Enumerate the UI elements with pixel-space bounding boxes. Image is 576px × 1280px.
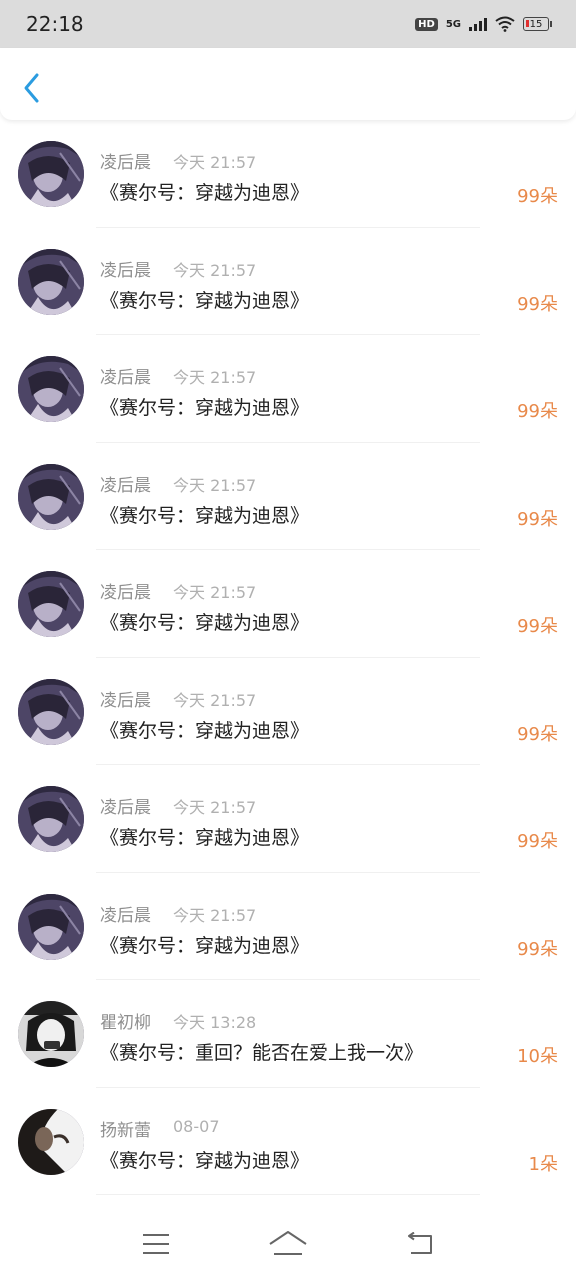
list-item[interactable]: 凌后晨 今天 21:57 《赛尔号：穿越为迪恩》 99朵: [0, 873, 576, 980]
sender-name: 凌后晨: [100, 260, 151, 281]
list-item[interactable]: 凌后晨 今天 21:57 《赛尔号：穿越为迪恩》 99朵: [0, 120, 576, 228]
back-button[interactable]: [18, 70, 46, 106]
home-icon: [269, 1231, 307, 1255]
divider: [96, 1194, 480, 1195]
book-title: 《赛尔号：穿越为迪恩》: [100, 182, 310, 204]
menu-button[interactable]: [136, 1224, 176, 1264]
gift-time: 今天 21:57: [173, 260, 257, 280]
flower-amount: 99朵: [517, 616, 558, 637]
sender-name: 凌后晨: [100, 690, 151, 711]
flower-amount: 99朵: [517, 401, 558, 422]
back-nav-button[interactable]: [400, 1224, 440, 1264]
list-item[interactable]: 瞿初柳 今天 13:28 《赛尔号：重回？能否在爱上我一次》 10朵: [0, 980, 576, 1088]
book-title: 《赛尔号：穿越为迪恩》: [100, 934, 310, 957]
avatar[interactable]: [18, 356, 84, 422]
gift-time: 今天 21:57: [173, 905, 257, 925]
flower-amount: 99朵: [517, 831, 558, 852]
book-title: 《赛尔号：穿越为迪恩》: [100, 289, 310, 312]
gift-time: 今天 21:57: [173, 475, 257, 495]
chevron-left-icon: [24, 73, 39, 103]
list-item[interactable]: 凌后晨 今天 21:57 《赛尔号：穿越为迪恩》 99朵: [0, 765, 576, 873]
avatar[interactable]: [18, 786, 84, 852]
status-bar: 22:18 HD 5G 15: [0, 0, 576, 48]
book-title: 《赛尔号：穿越为迪恩》: [100, 397, 310, 419]
gift-time: 今天 13:28: [173, 1013, 257, 1032]
signal-icon: [469, 17, 487, 31]
wifi-icon: [495, 16, 515, 32]
flower-amount: 99朵: [517, 938, 558, 960]
flower-amount: 99朵: [517, 508, 558, 530]
avatar[interactable]: [18, 678, 84, 745]
flower-amount: 10朵: [517, 1046, 558, 1067]
list-item[interactable]: 凌后晨 今天 21:57 《赛尔号：穿越为迪恩》 99朵: [0, 658, 576, 765]
network-type-label: 5G: [445, 18, 461, 30]
gift-time: 今天 21:57: [173, 368, 257, 387]
book-title: 《赛尔号：穿越为迪恩》: [100, 719, 310, 742]
avatar[interactable]: [18, 571, 84, 637]
gift-time: 今天 21:57: [173, 690, 257, 710]
list-item[interactable]: 凌后晨 今天 21:57 《赛尔号：穿越为迪恩》 99朵: [0, 550, 576, 658]
system-nav-bar: [0, 1208, 576, 1280]
battery-icon: 15: [523, 17, 552, 31]
battery-level: 15: [523, 17, 549, 31]
list-item[interactable]: 扬新蕾 08-07 《赛尔号：穿越为迪恩》 1朵: [0, 1088, 576, 1195]
gift-time: 今天 21:57: [173, 798, 257, 817]
gift-time: 今天 21:57: [173, 583, 257, 602]
avatar[interactable]: [18, 248, 84, 315]
hd-icon: HD: [415, 17, 438, 31]
list-item[interactable]: 凌后晨 今天 21:57 《赛尔号：穿越为迪恩》 99朵: [0, 228, 576, 335]
home-button[interactable]: [268, 1224, 308, 1264]
status-time: 22:18: [26, 12, 84, 36]
sender-name: 凌后晨: [100, 905, 151, 926]
book-title: 《赛尔号：穿越为迪恩》: [100, 612, 310, 634]
flower-amount: 1朵: [528, 1153, 558, 1175]
sender-name: 凌后晨: [100, 798, 151, 818]
avatar[interactable]: [18, 893, 84, 960]
avatar[interactable]: [18, 1108, 84, 1175]
list-item[interactable]: 凌后晨 今天 21:57 《赛尔号：穿越为迪恩》 99朵: [0, 335, 576, 443]
sender-name: 凌后晨: [100, 153, 151, 173]
menu-icon: [143, 1234, 169, 1254]
sender-name: 扬新蕾: [100, 1120, 151, 1141]
book-title: 《赛尔号：穿越为迪恩》: [100, 827, 310, 849]
sender-name: 凌后晨: [100, 368, 151, 388]
list-item[interactable]: 凌后晨 今天 21:57 《赛尔号：穿越为迪恩》 99朵: [0, 443, 576, 550]
avatar[interactable]: [18, 141, 84, 207]
avatar[interactable]: [18, 463, 84, 530]
flower-amount: 99朵: [517, 186, 558, 207]
book-title: 《赛尔号：穿越为迪恩》: [100, 504, 310, 527]
status-icons: HD 5G 15: [415, 16, 552, 32]
avatar[interactable]: [18, 1001, 84, 1067]
flower-amount: 99朵: [517, 723, 558, 745]
flower-amount: 99朵: [517, 293, 558, 315]
header: [0, 48, 576, 120]
book-title: 《赛尔号：穿越为迪恩》: [100, 1149, 310, 1172]
book-title: 《赛尔号：重回？能否在爱上我一次》: [100, 1042, 424, 1064]
sender-name: 瞿初柳: [100, 1013, 151, 1033]
gift-time: 今天 21:57: [173, 153, 257, 172]
sender-name: 凌后晨: [100, 583, 151, 603]
gift-time: 08-07: [173, 1116, 220, 1136]
sender-name: 凌后晨: [100, 475, 151, 496]
back-icon: [408, 1232, 432, 1254]
gift-list: 凌后晨 今天 21:57 《赛尔号：穿越为迪恩》 99朵 凌后晨 今天 21:5…: [0, 120, 576, 1195]
